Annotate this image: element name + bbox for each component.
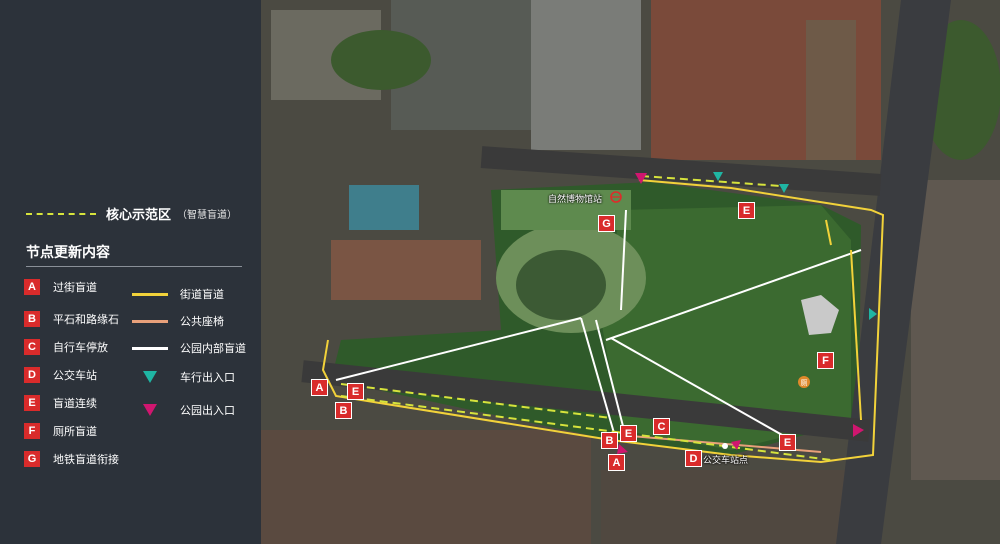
map-node-b-west[interactable]: B bbox=[335, 402, 352, 419]
core-area-subtitle: （智慧盲道） bbox=[177, 210, 238, 221]
section-divider bbox=[26, 266, 242, 267]
legend-node-g: G 地铁盲道衔接 bbox=[24, 451, 119, 467]
node-label-b: 平石和路缘石 bbox=[53, 314, 119, 326]
park-entrance-label: 公园出入口 bbox=[180, 405, 235, 417]
legend-park-entrance: 公园出入口 bbox=[132, 402, 235, 418]
legend-vehicle-entrance: 车行出入口 bbox=[132, 369, 235, 385]
node-badge-c: C bbox=[24, 339, 40, 355]
residential-block bbox=[331, 240, 481, 300]
museum-courtyard bbox=[516, 250, 606, 320]
map-node-e-south[interactable]: E bbox=[620, 425, 637, 442]
residential-block bbox=[261, 430, 591, 544]
park-tactile-swatch bbox=[132, 346, 168, 350]
page-root: 核心示范区 （智慧盲道） 节点更新内容 A 过街盲道 B 平石和路缘石 C 自行… bbox=[0, 0, 1000, 544]
map-node-b-south[interactable]: B bbox=[601, 432, 618, 449]
core-area-dash-swatch bbox=[26, 212, 96, 215]
building-block bbox=[531, 0, 641, 150]
sports-court bbox=[349, 185, 419, 230]
public-bench-label: 公共座椅 bbox=[180, 316, 224, 328]
tree-canopy bbox=[331, 30, 431, 90]
map-node-c[interactable]: C bbox=[653, 418, 670, 435]
bus-stop-dot bbox=[722, 443, 728, 449]
legend-park-tactile: 公园内部盲道 bbox=[132, 340, 246, 356]
public-bench-swatch bbox=[132, 319, 168, 323]
node-label-e: 盲道连续 bbox=[53, 398, 97, 410]
legend-node-b: B 平石和路缘石 bbox=[24, 311, 119, 327]
node-badge-a: A bbox=[24, 279, 40, 295]
map-node-a-south[interactable]: A bbox=[608, 454, 625, 471]
bus-stop-label: 公交车站点 bbox=[703, 455, 749, 465]
legend-node-e: E 盲道连续 bbox=[24, 395, 97, 411]
map-node-a-west[interactable]: A bbox=[311, 379, 328, 396]
map-node-f[interactable]: F bbox=[817, 352, 834, 369]
legend-node-c: C 自行车停放 bbox=[24, 339, 108, 355]
legend-panel: 核心示范区 （智慧盲道） 节点更新内容 A 过街盲道 B 平石和路缘石 C 自行… bbox=[0, 0, 261, 544]
street-tactile-label: 街道盲道 bbox=[180, 289, 224, 301]
vehicle-entrance-triangle-icon bbox=[132, 371, 168, 383]
node-badge-d: D bbox=[24, 367, 40, 383]
legend-street-tactile: 街道盲道 bbox=[132, 286, 224, 302]
legend-node-a: A 过街盲道 bbox=[24, 279, 97, 295]
node-badge-e: E bbox=[24, 395, 40, 411]
residential-block bbox=[911, 180, 1000, 480]
map-node-e-east[interactable]: E bbox=[779, 434, 796, 451]
node-badge-f: F bbox=[24, 423, 40, 439]
street-tactile-swatch bbox=[132, 292, 168, 296]
map-node-g[interactable]: G bbox=[598, 215, 615, 232]
map-node-e-west[interactable]: E bbox=[347, 383, 364, 400]
map-node-d[interactable]: D bbox=[685, 450, 702, 467]
node-badge-g: G bbox=[24, 451, 40, 467]
legend-public-bench: 公共座椅 bbox=[132, 313, 224, 329]
park-tactile-label: 公园内部盲道 bbox=[180, 343, 246, 355]
map-node-e-north[interactable]: E bbox=[738, 202, 755, 219]
vehicle-entrance-label: 车行出入口 bbox=[180, 372, 235, 384]
aerial-map: 厕 自然博物馆站 公交车站点 A A B B C D E E E E F G bbox=[261, 0, 1000, 544]
residential-block bbox=[806, 20, 856, 160]
section-title: 节点更新内容 bbox=[26, 244, 110, 260]
park-entrance-triangle-icon bbox=[132, 404, 168, 416]
node-label-a: 过街盲道 bbox=[53, 282, 97, 294]
toilet-icon-glyph: 厕 bbox=[801, 379, 808, 387]
node-label-d: 公交车站 bbox=[53, 370, 97, 382]
legend-node-f: F 厕所盲道 bbox=[24, 423, 97, 439]
core-area-legend: 核心示范区 （智慧盲道） bbox=[26, 204, 237, 223]
node-label-f: 厕所盲道 bbox=[53, 426, 97, 438]
residential-block bbox=[601, 470, 851, 544]
core-area-title: 核心示范区 bbox=[106, 207, 172, 222]
legend-node-d: D 公交车站 bbox=[24, 367, 97, 383]
map-canvas: 厕 bbox=[261, 0, 1000, 544]
node-label-g: 地铁盲道衔接 bbox=[53, 454, 119, 466]
museum-station-label: 自然博物馆站 bbox=[548, 194, 603, 204]
node-label-c: 自行车停放 bbox=[53, 342, 108, 354]
node-badge-b: B bbox=[24, 311, 40, 327]
